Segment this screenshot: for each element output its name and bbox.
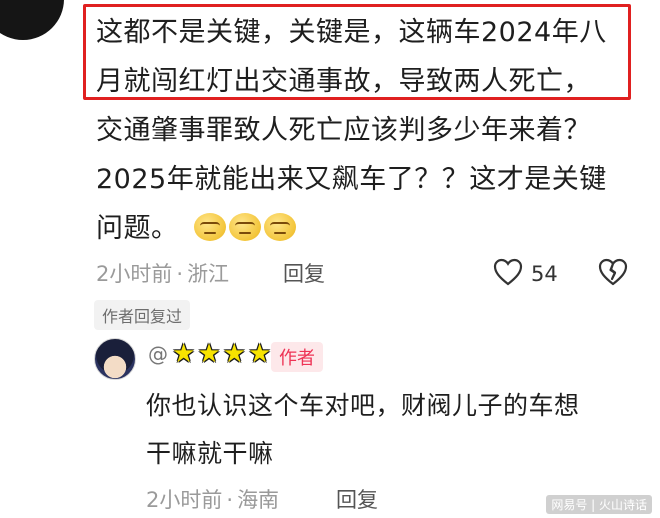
reply-username[interactable]: @ ★ ★ ★ ★	[148, 340, 271, 368]
star-icon: ★	[197, 339, 221, 369]
star-icon: ★	[247, 339, 272, 369]
thinking-face-emoji-icon	[228, 212, 261, 241]
thinking-face-emoji-icon	[193, 212, 226, 241]
broken-heart-icon[interactable]	[598, 258, 628, 290]
reply-line: 你也认识这个车对吧，财阀儿子的车想	[146, 391, 580, 420]
watermark: 网易号 | 火山诗话	[546, 495, 652, 514]
reply-meta: 2小时前 · 海南	[146, 488, 280, 512]
reply-author-avatar[interactable]	[94, 338, 136, 380]
comment-body: 这都不是关键，关键是，这辆车2024年八 月就闯红灯出交通事故，导致两人死亡， …	[96, 8, 636, 253]
author-replied-tag: 作者回复过	[94, 300, 191, 330]
comment-line: 2025年就能出来又飙车了？？这才是关键	[96, 164, 607, 195]
comment-line: 问题。	[96, 204, 636, 253]
comment-time: 2小时前	[96, 262, 173, 286]
reply-reply-button[interactable]: 回复	[336, 484, 378, 514]
comment-line: 月就闯红灯出交通事故，导致两人死亡，	[96, 66, 591, 97]
comment-line: 交通肇事罪致人死亡应该判多少年来着？	[96, 115, 591, 146]
comment-line: 这都不是关键，关键是，这辆车2024年八	[96, 17, 607, 48]
author-badge: 作者	[271, 342, 323, 372]
commenter-avatar[interactable]	[0, 0, 64, 40]
username-prefix: @	[148, 342, 168, 366]
thinking-face-emoji-icon	[263, 212, 296, 241]
emoji-group	[193, 212, 296, 241]
comment-reply-button[interactable]: 回复	[283, 258, 325, 288]
star-icon: ★	[222, 339, 246, 369]
comment-meta: 2小时前 · 浙江	[96, 262, 230, 286]
like-count: 54	[531, 262, 558, 286]
reply-time: 2小时前	[146, 488, 223, 512]
comment-line-text: 问题。	[96, 213, 179, 244]
star-icon: ★	[172, 339, 196, 369]
reply-location: 海南	[237, 488, 280, 512]
comment-location: 浙江	[187, 262, 230, 286]
heart-icon[interactable]	[493, 258, 523, 290]
like-group: 54	[493, 258, 558, 290]
reply-line: 干嘛就干嘛	[146, 439, 274, 468]
reply-body: 你也认识这个车对吧，财阀儿子的车想 干嘛就干嘛	[146, 382, 646, 478]
